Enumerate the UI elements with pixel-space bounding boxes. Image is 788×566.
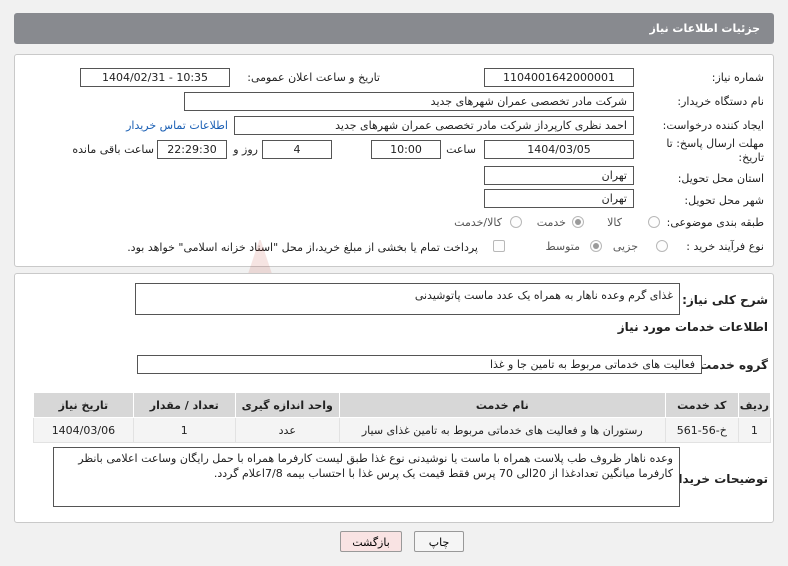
announce-datetime-field: 1404/02/31 - 10:35 [80, 68, 230, 87]
remaining-time-field: 22:29:30 [157, 140, 227, 159]
cell-service-name: رستوران ها و فعالیت های خدماتی مربوط به … [338, 417, 666, 443]
cell-unit: عدد [234, 417, 340, 443]
buyer-notes-label: توضیحات خریدار: [666, 472, 768, 486]
services-section-title: اطلاعات خدمات مورد نیاز [617, 320, 768, 334]
category-option-service: خدمت [536, 216, 566, 229]
deadline-label: مهلت ارسال پاسخ: تا تاریخ: [666, 137, 764, 165]
back-button[interactable]: بازگشت [340, 531, 402, 552]
col-row: ردیف [737, 392, 772, 418]
announce-datetime-label: تاریخ و ساعت اعلان عمومی: [247, 71, 380, 84]
city-field: تهران [484, 189, 634, 208]
service-group-field: فعالیت های خدماتی مربوط به تامین جا و غذ… [137, 355, 702, 374]
requester-field: احمد نظری کارپرداز شرکت مادر تخصصی عمران… [234, 116, 634, 135]
need-number-label: شماره نیاز: [711, 71, 764, 84]
need-number-field: 1104001642000001 [484, 68, 634, 87]
page-title: جزئیات اطلاعات نیاز [649, 22, 761, 35]
col-unit: واحد اندازه گیری [234, 392, 340, 418]
col-quantity: تعداد / مقدار [132, 392, 236, 418]
cell-service-code: خ-56-561 [664, 417, 739, 443]
services-table-header: ردیف کد خدمت نام خدمت واحد اندازه گیری ت… [33, 392, 772, 418]
province-field: تهران [484, 166, 634, 185]
buyer-org-label: نام دستگاه خریدار: [677, 95, 764, 108]
buyer-notes-field: وعده ناهار ظروف طب پلاست همراه با ماست ی… [53, 447, 680, 507]
table-row: 1 خ-56-561 رستوران ها و فعالیت های خدمات… [33, 417, 772, 443]
remaining-time-label: ساعت باقی مانده [72, 143, 154, 156]
remaining-days-label: روز و [233, 143, 258, 156]
print-button[interactable]: چاپ [414, 531, 464, 552]
deadline-time-label: ساعت [446, 143, 476, 156]
category-radio-goods-service[interactable] [510, 216, 522, 228]
cell-quantity: 1 [132, 417, 236, 443]
category-radio-goods[interactable] [648, 216, 660, 228]
deadline-label-line2: تاریخ: [738, 151, 764, 164]
summary-text: غذای گرم وعده ناهار به همراه یک عدد ماست… [414, 289, 673, 302]
page-header: جزئیات اطلاعات نیاز [14, 13, 774, 44]
cell-need-date: 1404/03/06 [33, 417, 134, 443]
category-option-goods-service: کالا/خدمت [454, 216, 502, 229]
buyer-org-field: شرکت مادر تخصصی عمران شهرهای جدید [184, 92, 634, 111]
col-service-name: نام خدمت [338, 392, 666, 418]
deadline-time-field: 10:00 [371, 140, 441, 159]
summary-label: شرح کلی نیاز: [682, 293, 768, 307]
service-group-label: گروه خدمت: [694, 358, 768, 372]
province-label: استان محل تحویل: [677, 172, 764, 185]
col-need-date: تاریخ نیاز [33, 392, 134, 418]
requester-label: ایجاد کننده درخواست: [662, 119, 764, 132]
category-option-goods: کالا [607, 216, 622, 229]
category-label: طبقه بندی موضوعی: [666, 216, 764, 229]
category-radio-service[interactable] [572, 216, 584, 228]
remaining-days-field: 4 [262, 140, 332, 159]
services-table: ردیف کد خدمت نام خدمت واحد اندازه گیری ت… [33, 392, 772, 443]
col-service-code: کد خدمت [664, 392, 739, 418]
deadline-date-field: 1404/03/05 [484, 140, 634, 159]
city-label: شهر محل تحویل: [684, 194, 764, 207]
summary-field: غذای گرم وعده ناهار به همراه یک عدد ماست… [135, 283, 680, 315]
buyer-contact-link[interactable]: اطلاعات تماس خریدار [126, 119, 228, 132]
cell-row: 1 [737, 417, 772, 443]
buyer-notes-text: وعده ناهار ظروف طب پلاست همراه با ماست ی… [78, 452, 673, 480]
deadline-label-line1: مهلت ارسال پاسخ: تا [666, 137, 764, 150]
